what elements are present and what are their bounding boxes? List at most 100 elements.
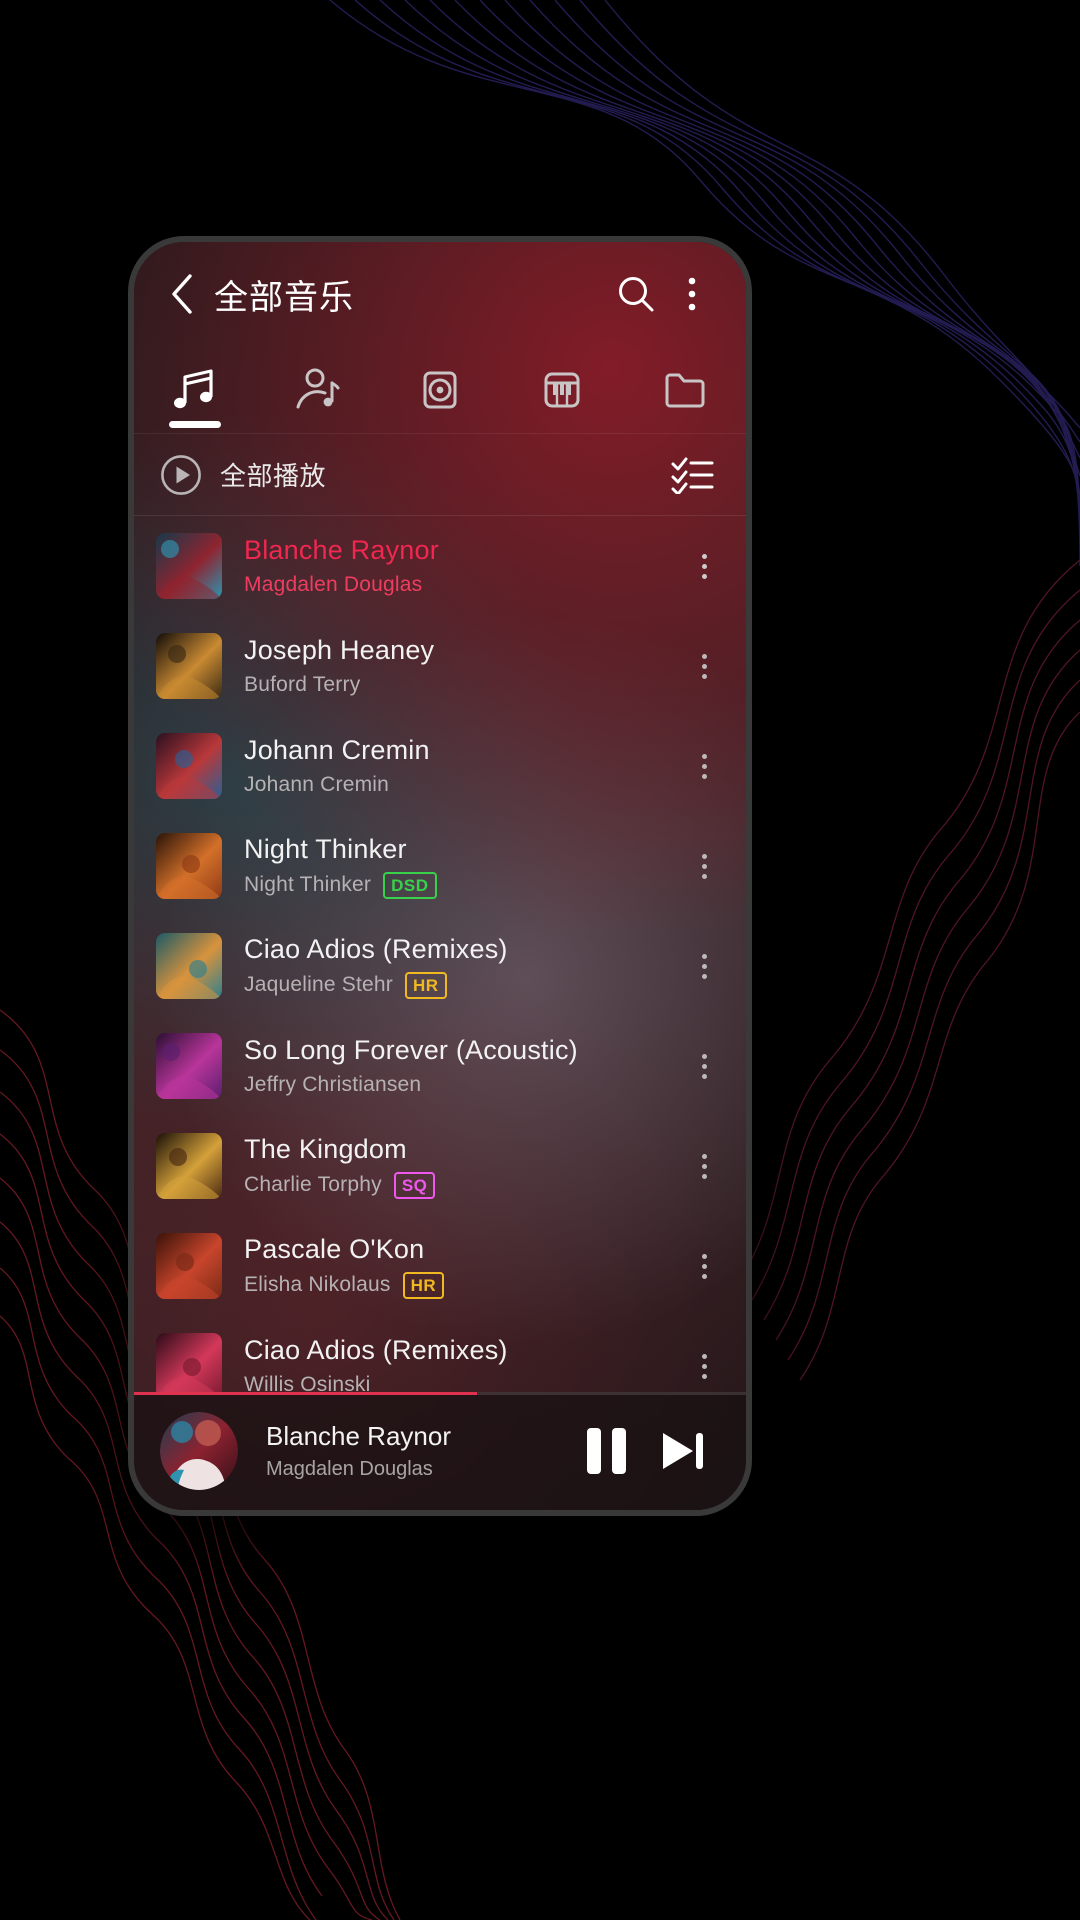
- song-meta: Pascale O'Kon Elisha Nikolaus HR: [244, 1234, 676, 1299]
- checklist-icon: [671, 457, 714, 494]
- song-subline: Jeffry Christiansen: [244, 1073, 676, 1097]
- song-artwork: [156, 1133, 222, 1199]
- play-all-label: 全部播放: [220, 461, 327, 491]
- now-playing-title: Blanche Raynor: [266, 1421, 451, 1451]
- library-tabbar: [134, 346, 746, 434]
- song-artist: Jaqueline Stehr: [244, 973, 393, 996]
- tab-songs[interactable]: [134, 346, 256, 434]
- song-artist: Magdalen Douglas: [244, 573, 423, 596]
- song-overflow-button[interactable]: [676, 731, 732, 801]
- song-list[interactable]: Blanche Raynor Magdalen Douglas Joseph Hea…: [134, 516, 746, 1392]
- multiselect-button[interactable]: [664, 447, 720, 503]
- table-row[interactable]: The Kingdom Charlie Torphy SQ: [134, 1116, 746, 1216]
- back-button[interactable]: [160, 272, 204, 316]
- song-overflow-button[interactable]: [676, 631, 732, 701]
- song-meta: Ciao Adios (Remixes) Willis Osinski: [244, 1335, 676, 1392]
- song-artist: Jeffry Christiansen: [244, 1073, 422, 1096]
- song-title: The Kingdom: [244, 1133, 407, 1164]
- tab-artists[interactable]: [256, 346, 378, 434]
- song-title: Ciao Adios (Remixes): [244, 933, 508, 964]
- artwork-image: [156, 533, 222, 599]
- artwork-image: [156, 1133, 222, 1199]
- song-overflow-button[interactable]: [676, 931, 732, 1001]
- table-row[interactable]: So Long Forever (Acoustic) Jeffry Christi…: [134, 1016, 746, 1116]
- more-vertical-icon: [701, 853, 707, 879]
- overflow-menu-button[interactable]: [664, 266, 720, 322]
- song-title: Blanche Raynor: [244, 535, 439, 565]
- song-artwork: [156, 833, 222, 899]
- song-overflow-button[interactable]: [676, 831, 732, 901]
- folder-icon: [665, 373, 705, 407]
- song-overflow-button[interactable]: [676, 1031, 732, 1101]
- search-button[interactable]: [608, 266, 664, 322]
- quality-badge: DSD: [383, 871, 437, 899]
- table-row[interactable]: Pascale O'Kon Elisha Nikolaus HR: [134, 1216, 746, 1316]
- song-artwork: [156, 1233, 222, 1299]
- play-all-row[interactable]: 全部播放: [134, 434, 746, 516]
- song-subline: Johann Cremin: [244, 773, 676, 797]
- pause-button[interactable]: [568, 1413, 644, 1489]
- song-meta: Joseph Heaney Buford Terry: [244, 635, 676, 697]
- quality-badge: HR: [402, 1271, 445, 1299]
- tab-folders[interactable]: [624, 346, 746, 434]
- song-subline: Buford Terry: [244, 673, 676, 697]
- tab-genres[interactable]: [501, 346, 623, 434]
- song-artist: Night Thinker: [244, 873, 372, 896]
- table-row[interactable]: Ciao Adios (Remixes) Jaqueline Stehr HR: [134, 916, 746, 1016]
- artwork-image: [156, 933, 222, 999]
- song-artwork: [156, 733, 222, 799]
- song-title: So Long Forever (Acoustic): [244, 1035, 578, 1065]
- song-artwork: [156, 1333, 222, 1392]
- song-title: Joseph Heaney: [244, 635, 435, 665]
- artwork-image: [156, 1233, 222, 1299]
- play-circle-icon: [161, 454, 201, 495]
- tab-albums[interactable]: [379, 346, 501, 434]
- song-subline: Charlie Torphy SQ: [244, 1171, 676, 1199]
- song-meta: Night Thinker Night Thinker DSD: [244, 834, 676, 899]
- playback-progress-fill: [134, 1392, 477, 1395]
- artwork-image: [156, 1333, 222, 1392]
- more-vertical-icon: [701, 1053, 707, 1079]
- song-artwork: [156, 933, 222, 999]
- album-disc-icon: [423, 371, 457, 408]
- playback-progress-bar[interactable]: [134, 1392, 746, 1395]
- pause-icon: [586, 1428, 626, 1474]
- now-playing-artwork[interactable]: [160, 1412, 238, 1490]
- artwork-image: [156, 1033, 222, 1099]
- more-vertical-icon: [701, 753, 707, 779]
- song-overflow-button[interactable]: [676, 1131, 732, 1201]
- song-overflow-button[interactable]: [676, 1231, 732, 1301]
- song-artwork: [156, 1033, 222, 1099]
- more-vertical-icon: [701, 1153, 707, 1179]
- song-artist: Buford Terry: [244, 673, 361, 696]
- song-overflow-button[interactable]: [676, 1331, 732, 1392]
- song-artist: Elisha Nikolaus: [244, 1273, 391, 1296]
- phone-device-frame: 全部音乐 全部播放 Blanche Raynor Magdalen Dougla…: [128, 236, 752, 1516]
- mini-player: Blanche Raynor Magdalen Douglas: [134, 1392, 746, 1510]
- song-title: Night Thinker: [244, 833, 407, 864]
- song-meta: So Long Forever (Acoustic) Jeffry Christi…: [244, 1035, 676, 1097]
- table-row[interactable]: Blanche Raynor Magdalen Douglas: [134, 516, 746, 616]
- table-row[interactable]: Ciao Adios (Remixes) Willis Osinski: [134, 1316, 746, 1392]
- artwork-image: [156, 633, 222, 699]
- page-title: 全部音乐: [214, 278, 354, 317]
- song-meta: The Kingdom Charlie Torphy SQ: [244, 1134, 676, 1199]
- more-vertical-icon: [688, 277, 696, 311]
- search-icon: [619, 277, 654, 312]
- song-meta: Johann Cremin Johann Cremin: [244, 735, 676, 797]
- more-vertical-icon: [701, 553, 707, 579]
- song-overflow-button[interactable]: [676, 531, 732, 601]
- artwork-image: [156, 833, 222, 899]
- table-row[interactable]: Johann Cremin Johann Cremin: [134, 716, 746, 816]
- quality-badge: SQ: [393, 1171, 436, 1199]
- song-artist: Johann Cremin: [244, 773, 390, 796]
- more-vertical-icon: [701, 653, 707, 679]
- song-subline: Jaqueline Stehr HR: [244, 971, 676, 999]
- table-row[interactable]: Joseph Heaney Buford Terry: [134, 616, 746, 716]
- table-row[interactable]: Night Thinker Night Thinker DSD: [134, 816, 746, 916]
- quality-badge: HR: [404, 971, 447, 999]
- next-track-button[interactable]: [644, 1413, 720, 1489]
- song-subline: Willis Osinski: [244, 1373, 676, 1392]
- artwork-image: [160, 1412, 238, 1490]
- song-subline: Elisha Nikolaus HR: [244, 1271, 676, 1299]
